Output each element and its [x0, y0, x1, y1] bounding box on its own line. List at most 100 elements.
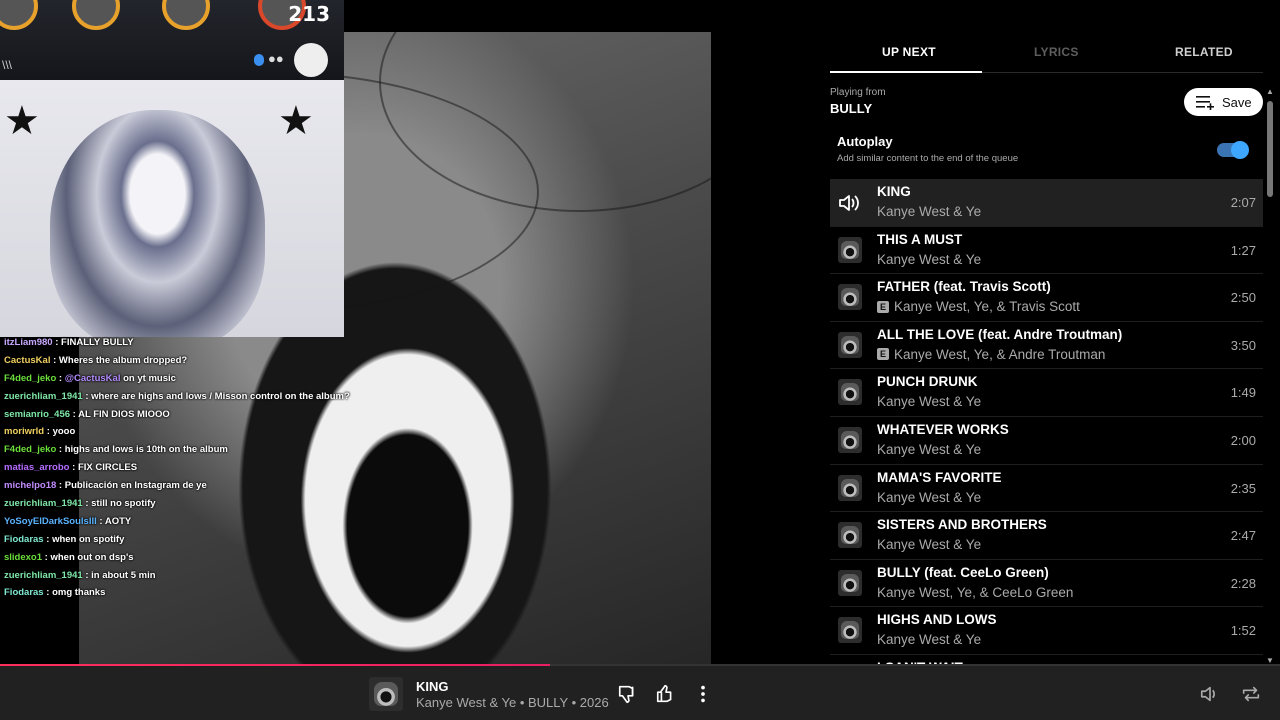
chat-text: AOTY — [104, 515, 132, 527]
autoplay-label: Autoplay — [837, 134, 893, 149]
track-artist: Kanye West, Ye, & Travis Scott — [894, 299, 1080, 315]
track-artist-line: E Kanye West, Ye, & Travis Scott — [877, 299, 1080, 314]
track-duration: 2:00 — [1230, 433, 1256, 448]
toggle-knob — [1231, 141, 1249, 159]
tab-up-next[interactable]: UP NEXT — [882, 45, 936, 59]
chat-username: slidexo1 — [4, 551, 43, 563]
queue-item[interactable]: MAMA'S FAVORITE Kanye West & Ye 2:35 — [830, 465, 1263, 513]
chat-separator: : — [44, 426, 53, 438]
track-duration: 1:49 — [1230, 385, 1256, 401]
track-artist-line: Kanye West & Ye — [877, 204, 981, 219]
track-title: KING — [877, 184, 911, 199]
thumbs-up-icon[interactable] — [655, 683, 677, 705]
chat-message: F4ded_jeko : @CactusKal on yt music — [4, 370, 344, 388]
chat-username: zuerichliam_1941 — [4, 390, 83, 402]
now-playing-subtitle[interactable]: Kanye West & Ye • BULLY • 2026 — [416, 695, 609, 710]
star-icon: ★ — [278, 99, 314, 143]
webcam-overlay: 213 \\\ ●● ★ ★ — [0, 0, 344, 337]
queue-scrollbar[interactable]: ▲ ▼ — [1266, 87, 1274, 665]
chat-text: when out on dsp's — [50, 551, 134, 563]
volume-icon[interactable] — [1199, 683, 1221, 705]
track-title: SISTERS AND BROTHERS — [877, 517, 1047, 533]
track-artist-line: Kanye West, Ye, & CeeLo Green — [877, 585, 1073, 600]
track-thumbnail — [838, 474, 862, 501]
chat-username: semianrio_456 — [4, 408, 71, 420]
track-duration: 2:47 — [1230, 528, 1256, 544]
chat-text: omg thanks — [52, 587, 106, 599]
chat-username: F4ded_jeko — [4, 372, 57, 384]
chat-message: zuerichliam_1941 : in about 5 min — [4, 567, 344, 585]
scroll-up-icon[interactable]: ▲ — [1266, 87, 1274, 96]
chat-message: Fiodaras : omg thanks — [4, 584, 344, 602]
chat-username: F4ded_jeko — [4, 444, 57, 456]
track-artist-line: Kanye West & Ye — [877, 490, 981, 505]
queue-item[interactable]: FATHER (feat. Travis Scott) E Kanye West, … — [830, 274, 1263, 322]
tab-lyrics[interactable]: LYRICS — [1034, 45, 1079, 59]
chat-separator: : — [70, 408, 79, 420]
more-vert-icon[interactable] — [692, 683, 714, 705]
chat-username: YoSoyElDarkSoulsIII — [4, 515, 97, 527]
repeat-icon[interactable] — [1240, 683, 1262, 705]
chat-text: FIX CIRCLES — [77, 462, 138, 474]
chat-text: AL FIN DIOS MIOOO — [78, 408, 170, 420]
chat-separator: : — [52, 337, 62, 348]
chat-message: itzLiam980 : FINALLY BULLY — [4, 334, 344, 352]
track-thumbnail — [838, 569, 862, 596]
status-dot-icon — [254, 54, 264, 66]
track-thumbnail — [838, 427, 862, 453]
track-artist: Kanye West & Ye — [877, 394, 982, 410]
queue-item[interactable]: ALL THE LOVE (feat. Andre Troutman) E Kany… — [830, 322, 1263, 370]
chat-separator: : — [69, 462, 78, 474]
queue-item[interactable]: THIS A MUST Kanye West & Ye 1:27 — [830, 227, 1263, 275]
now-playing-title[interactable]: KING — [416, 679, 449, 694]
save-button[interactable]: Save — [1184, 88, 1263, 116]
track-title: MAMA'S FAVORITE — [877, 469, 1002, 485]
track-thumbnail — [838, 331, 862, 358]
chat-separator: : — [43, 587, 53, 599]
scrollbar-thumb[interactable] — [1267, 101, 1273, 197]
chat-text: on yt music — [123, 372, 176, 384]
track-artist: Kanye West & Ye — [877, 204, 982, 219]
track-thumbnail — [838, 379, 862, 406]
track-thumbnail — [838, 522, 862, 549]
queue-item[interactable]: HIGHS AND LOWS Kanye West & Ye 1:52 — [830, 607, 1263, 655]
queue-item[interactable]: I CAN'T WAIT — [830, 655, 1263, 664]
chat-username: moriwrld — [4, 426, 45, 438]
now-playing-thumbnail[interactable] — [369, 677, 403, 711]
queue-item[interactable]: KING Kanye West & Ye 2:07 — [830, 179, 1263, 227]
queue-item[interactable]: PUNCH DRUNK Kanye West & Ye 1:49 — [830, 369, 1263, 417]
chat-separator: : — [82, 390, 92, 402]
track-artist-line: E Kanye West, Ye, & Andre Troutman — [877, 347, 1105, 362]
chat-separator: : — [43, 533, 53, 545]
tab-related[interactable]: RELATED — [1175, 45, 1233, 59]
chat-username: matias_arrobo — [4, 462, 70, 474]
queue-item[interactable]: WHATEVER WORKS Kanye West & Ye 2:00 — [830, 417, 1263, 465]
chat-separator: : — [50, 354, 59, 366]
track-artist-line: Kanye West & Ye — [877, 632, 981, 647]
chat-text: where are highs and lows / Misson contro… — [91, 390, 350, 402]
chat-message: Fiodaras : when on spotify — [4, 531, 344, 549]
autoplay-toggle[interactable] — [1217, 141, 1249, 159]
chat-mention: @CactusKal — [64, 372, 121, 384]
chat-separator: : — [56, 372, 65, 384]
chat-message: slidexo1 : when out on dsp's — [4, 549, 344, 567]
track-title: PUNCH DRUNK — [877, 374, 978, 390]
track-artist: Kanye West, Ye, & Andre Troutman — [894, 346, 1106, 362]
track-thumbnail — [838, 617, 862, 644]
track-title: WHATEVER WORKS — [877, 422, 1009, 437]
track-duration: 2:50 — [1230, 290, 1256, 306]
tab-bar: UP NEXT LYRICS RELATED — [830, 32, 1263, 73]
track-duration: 2:07 — [1230, 195, 1256, 210]
track-title: ALL THE LOVE (feat. Andre Troutman) — [877, 326, 1123, 342]
queue-item[interactable]: BULLY (feat. CeeLo Green) Kanye West, Ye,… — [830, 560, 1263, 608]
queue-item[interactable]: SISTERS AND BROTHERS Kanye West & Ye 2:47 — [830, 512, 1263, 560]
track-artist: Kanye West & Ye — [877, 632, 982, 648]
chat-overlay: itzLiam980 : FINALLY BULLY CactusKal : Wh… — [4, 334, 350, 602]
track-artist: Kanye West & Ye — [877, 489, 982, 505]
chat-message: moriwrld : yooo — [4, 423, 344, 441]
chat-text: highs and lows is 10th on the album — [64, 444, 228, 456]
chat-separator: : — [96, 515, 105, 527]
playlist-name[interactable]: BULLY — [830, 101, 872, 116]
chat-separator: : — [82, 569, 92, 581]
thumbs-down-icon[interactable] — [617, 683, 639, 705]
